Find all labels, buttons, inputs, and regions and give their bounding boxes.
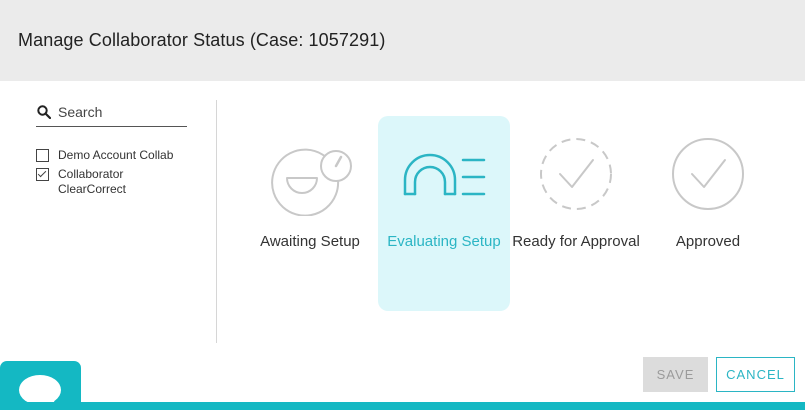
search-box[interactable]	[36, 100, 187, 127]
collaborator-item-demo-account-collab[interactable]: Demo Account Collab	[36, 148, 216, 163]
checkmark-icon	[37, 168, 47, 178]
dialog-title: Manage Collaborator Status (Case: 105729…	[18, 30, 386, 50]
check-circle-icon	[672, 138, 744, 210]
collaborator-label: Collaborator ClearCorrect	[58, 167, 127, 196]
search-input[interactable]	[58, 101, 183, 123]
dashed-check-circle-icon	[540, 138, 612, 210]
collaborator-checkbox-checked[interactable]	[36, 168, 49, 181]
gauge-smile-icon	[271, 148, 352, 216]
bottom-accent-bar	[0, 402, 805, 410]
dialog-header: Manage Collaborator Status (Case: 105729…	[0, 0, 805, 81]
collaborator-checkbox-unchecked[interactable]	[36, 149, 49, 162]
panel-divider	[216, 100, 217, 343]
stage-label: Evaluating Setup	[387, 233, 501, 250]
stage-label: Ready for Approval	[512, 233, 640, 250]
stage-label: Approved	[675, 233, 741, 250]
stage-label: Awaiting Setup	[260, 233, 360, 250]
aligner-list-icon	[403, 153, 486, 196]
stage-awaiting-setup[interactable]: Awaiting Setup	[244, 116, 376, 311]
stage-approved[interactable]: Approved	[642, 116, 774, 311]
collaborator-item-clearcorrect[interactable]: Collaborator ClearCorrect	[36, 167, 216, 197]
save-button[interactable]: SAVE	[643, 357, 708, 392]
stage-ready-for-approval[interactable]: Ready for Approval	[510, 116, 642, 311]
stage-evaluating-setup[interactable]: Evaluating Setup	[378, 116, 510, 311]
collaborator-label: Demo Account Collab	[58, 148, 174, 162]
cancel-button[interactable]: CANCEL	[716, 357, 795, 392]
collaborator-list: Demo Account Collab Collaborator ClearCo…	[36, 148, 216, 201]
search-icon	[37, 105, 51, 119]
